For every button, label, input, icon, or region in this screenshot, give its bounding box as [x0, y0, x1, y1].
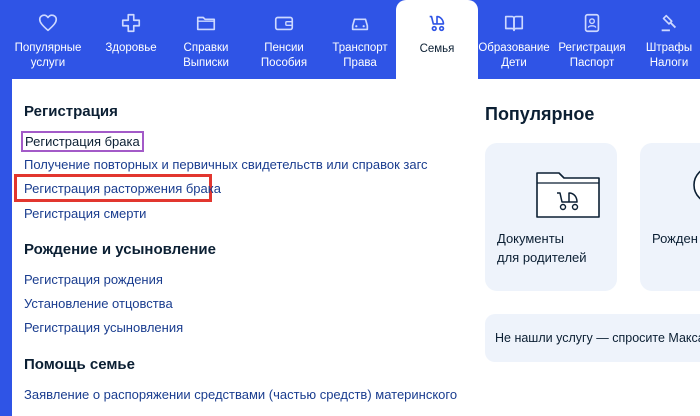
wallet-icon	[274, 16, 294, 31]
car-icon	[351, 18, 369, 31]
card-label: Рожден	[652, 231, 698, 246]
nav-family[interactable]: Семья	[396, 0, 478, 79]
link-death-registration[interactable]: Регистрация смерти	[24, 206, 146, 221]
nav-label: Пенсии	[264, 42, 304, 54]
nav-label: Здоровье	[105, 42, 157, 54]
nav-label: Популярные	[14, 42, 82, 54]
link-paternity[interactable]: Установление отцовства	[24, 296, 173, 311]
link-marriage-registration[interactable]: Регистрация брака	[21, 131, 144, 152]
nav-health[interactable]: Здоровье	[96, 0, 166, 79]
ask-max-text: Не нашли услугу — спросите Макса	[495, 331, 700, 345]
card-documents-for-parents[interactable]: Документы для родителей	[485, 143, 617, 291]
nav-pensions[interactable]: Пенсии Пособия	[246, 0, 322, 79]
nav-label: Налоги	[649, 57, 689, 69]
link-divorce-registration[interactable]: Регистрация расторжения брака	[24, 181, 221, 196]
link-birth-registration[interactable]: Регистрация рождения	[24, 272, 163, 287]
nav-label: Пособия	[260, 57, 308, 69]
book-icon	[504, 15, 524, 32]
nav-label: Права	[343, 57, 377, 69]
folder-icon	[196, 16, 216, 31]
category-nav: Популярные услуги Здоровье Справки Выписки…	[0, 0, 700, 79]
id-card-icon	[584, 13, 600, 33]
card-birth[interactable]: Рожден	[640, 143, 700, 291]
link-repeat-certificates[interactable]: Получение повторных и первичных свидетел…	[24, 157, 428, 172]
nav-label: Регистрация	[558, 42, 626, 54]
nav-label: Справки	[183, 42, 229, 54]
ask-max-bar[interactable]: Не нашли услугу — спросите Макса	[485, 314, 700, 362]
link-maternity-capital[interactable]: Заявление о распоряжении средствами (час…	[24, 387, 457, 402]
nav-certificates[interactable]: Справки Выписки	[166, 0, 246, 79]
medical-cross-icon	[121, 13, 141, 33]
heart-icon	[38, 14, 58, 32]
folder-stroller-icon	[536, 172, 600, 218]
nav-label: Образование	[478, 42, 550, 54]
nav-label: Штрафы	[645, 42, 693, 54]
stroller-icon	[429, 15, 445, 32]
nav-label: Выписки	[183, 57, 229, 69]
nav-label: Паспорт	[569, 57, 615, 69]
nav-label: Дети	[501, 57, 527, 69]
gavel-icon	[661, 14, 677, 32]
nav-fines-taxes[interactable]: Штрафы Налоги	[634, 0, 700, 79]
popular-title: Популярное	[485, 104, 595, 124]
card-label: Документы	[497, 231, 565, 246]
section-title-registration: Регистрация	[24, 103, 118, 120]
nav-label: услуги	[30, 57, 66, 69]
section-title-birth-adoption: Рождение и усыновление	[24, 241, 216, 258]
nav-label: Семья	[419, 43, 455, 55]
section-title-family-help: Помощь семье	[24, 356, 135, 373]
nav-label: Транспорт	[332, 42, 388, 54]
card-label: для родителей	[497, 250, 587, 265]
card-illustration-icon	[693, 170, 700, 200]
nav-popular-services[interactable]: Популярные услуги	[0, 0, 96, 79]
nav-education[interactable]: Образование Дети	[478, 0, 550, 79]
link-adoption-registration[interactable]: Регистрация усыновления	[24, 320, 183, 335]
nav-transport[interactable]: Транспорт Права	[322, 0, 398, 79]
nav-registration-passport[interactable]: Регистрация Паспорт	[550, 0, 634, 79]
